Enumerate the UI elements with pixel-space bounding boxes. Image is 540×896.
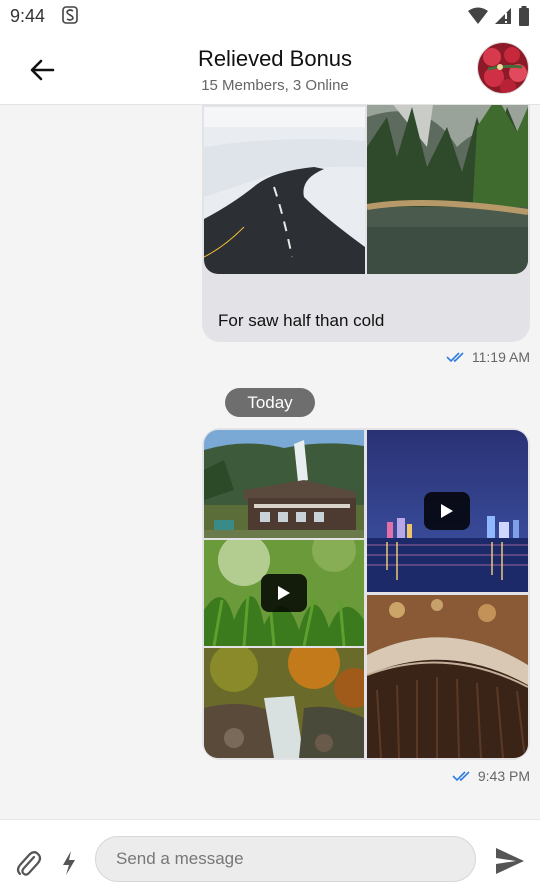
media-thumbnail[interactable] (367, 105, 528, 274)
lightning-icon[interactable] (60, 850, 78, 876)
sync-notification-icon (62, 6, 78, 24)
group-avatar[interactable] (477, 42, 529, 94)
message-meta: 11:19 AM (446, 349, 530, 365)
double-check-icon (452, 771, 470, 782)
status-icons (468, 6, 530, 26)
media-thumbnail[interactable] (204, 107, 365, 274)
chat-title[interactable]: Relieved Bonus (0, 46, 540, 72)
signal-icon (495, 8, 511, 24)
status-bar: 9:44 (0, 0, 540, 32)
message-list[interactable]: For saw half than cold 11:19 AM Today 9:… (0, 105, 540, 819)
message-time: 11:19 AM (471, 349, 530, 365)
message-bubble[interactable]: For saw half than cold (202, 105, 530, 342)
play-icon (278, 586, 290, 600)
wifi-icon (468, 7, 488, 24)
chat-header: Relieved Bonus 15 Members, 3 Online (0, 32, 540, 105)
media-thumbnail[interactable] (204, 648, 364, 758)
play-video-button[interactable] (261, 574, 307, 612)
message-time: 9:43 PM (477, 768, 530, 784)
play-icon (441, 504, 453, 518)
media-thumbnail[interactable] (367, 595, 528, 758)
double-check-icon (446, 352, 464, 363)
play-video-button[interactable] (424, 492, 470, 530)
date-separator: Today (225, 388, 315, 417)
message-input[interactable] (95, 836, 476, 882)
paperclip-icon[interactable] (14, 848, 42, 878)
message-meta: 9:43 PM (452, 768, 530, 784)
message-composer (0, 819, 540, 896)
battery-icon (519, 6, 529, 26)
media-thumbnail[interactable] (204, 430, 364, 538)
message-bubble[interactable] (202, 428, 530, 760)
message-caption: For saw half than cold (218, 311, 385, 330)
media-thumbnail[interactable] (367, 430, 528, 592)
media-thumbnail[interactable] (204, 540, 364, 646)
send-icon[interactable] (494, 846, 526, 876)
chat-subtitle: 15 Members, 3 Online (201, 77, 349, 94)
status-time: 9:44 (10, 6, 46, 26)
